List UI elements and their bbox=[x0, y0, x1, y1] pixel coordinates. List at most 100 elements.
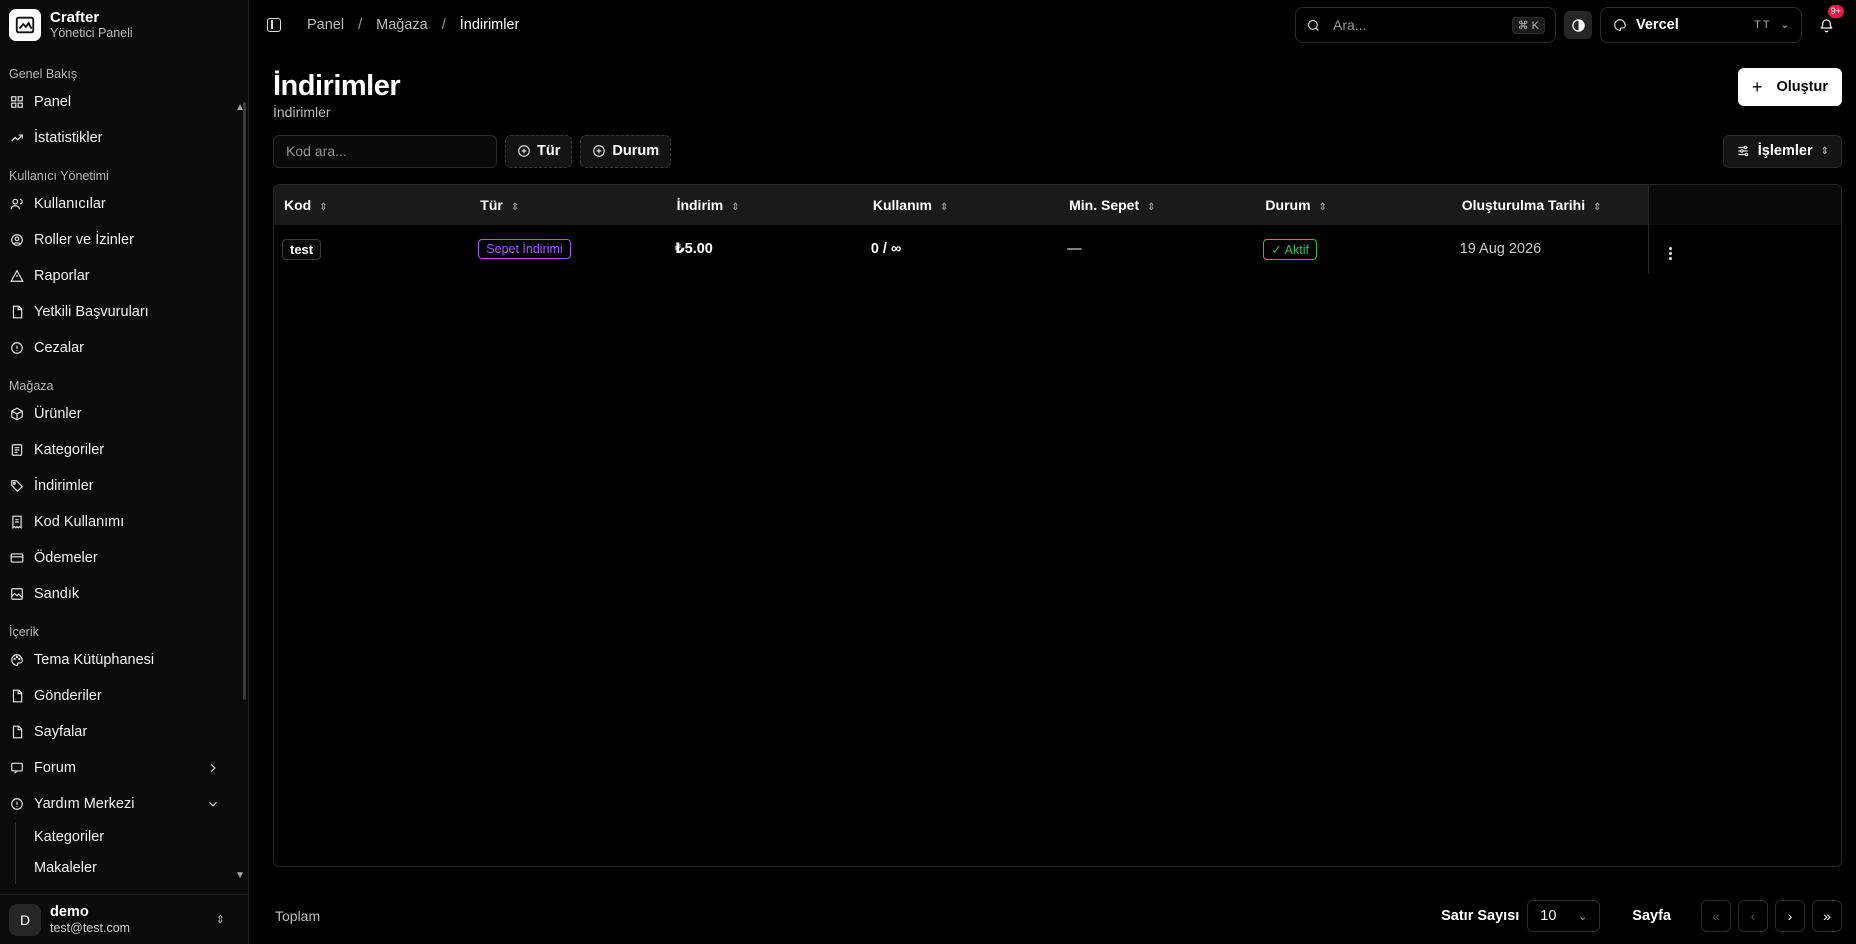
team-switcher[interactable]: Vercel TT ⌄ bbox=[1600, 7, 1802, 43]
sidebar-item-discounts[interactable]: İndirimler bbox=[0, 468, 248, 504]
theme-toggle-button[interactable] bbox=[1564, 11, 1592, 39]
palette-icon bbox=[1614, 19, 1626, 31]
sidebar-item-reports[interactable]: Raporlar bbox=[0, 258, 248, 294]
column-header-actions bbox=[1647, 185, 1841, 225]
brand-title: Crafter bbox=[50, 9, 100, 26]
sidebar-nav: ▲ Genel Bakış Panel İstatistikler Kullan… bbox=[0, 50, 248, 894]
sidebar-subitem-categories[interactable]: Kategoriler bbox=[34, 822, 248, 853]
sidebar-item-themes[interactable]: Tema Kütüphanesi bbox=[0, 642, 248, 678]
sidebar-toggle-icon[interactable] bbox=[267, 18, 281, 32]
sidebar-item-pages[interactable]: Sayfalar bbox=[0, 714, 248, 750]
usage-value: 0 / ∞ bbox=[870, 241, 902, 257]
sidebar-item-code-usage[interactable]: Kod Kullanımı bbox=[0, 504, 248, 540]
plus-icon: + bbox=[1751, 76, 1763, 97]
user-circle-icon bbox=[11, 234, 23, 246]
sidebar-item-label: Forum bbox=[34, 760, 76, 776]
column-header-type[interactable]: Tür ⇕ bbox=[470, 185, 667, 225]
info-icon bbox=[11, 798, 23, 810]
column-header-usage[interactable]: Kullanım ⇕ bbox=[862, 185, 1060, 225]
topbar: Panel / Mağaza / İndirimler Ara... ⌘ K V… bbox=[249, 0, 1856, 50]
page-title: İndirimler bbox=[273, 70, 401, 102]
sidebar-item-label: Ödemeler bbox=[34, 550, 98, 566]
search-input[interactable]: Ara... ⌘ K bbox=[1295, 7, 1556, 43]
sidebar-item-label: Roller ve İzinler bbox=[34, 232, 134, 248]
rows-per-page-label: Satır Sayısı bbox=[1441, 908, 1520, 924]
sidebar-item-payments[interactable]: Ödemeler bbox=[0, 540, 248, 576]
code-badge: test bbox=[282, 238, 322, 260]
column-header-code[interactable]: Kod ⇕ bbox=[274, 185, 471, 225]
user-menu[interactable]: D demo test@test.com ⇕ bbox=[0, 894, 248, 944]
discount-value: ₺5.00 bbox=[674, 241, 713, 257]
sidebar-scrollbar[interactable] bbox=[243, 102, 246, 700]
sort-icon: ⇕ bbox=[1147, 202, 1156, 213]
file-icon bbox=[12, 725, 23, 739]
rows-per-page-select[interactable]: 10 ⌄ bbox=[1527, 900, 1601, 932]
sidebar-item-stats[interactable]: İstatistikler bbox=[0, 120, 248, 156]
file-icon bbox=[12, 305, 23, 319]
scroll-down-icon[interactable]: ▼ bbox=[235, 870, 245, 881]
brand-logo bbox=[9, 9, 41, 41]
column-header-min-cart[interactable]: Min. Sepet ⇕ bbox=[1059, 185, 1256, 225]
sidebar-item-categories[interactable]: Kategoriler bbox=[0, 432, 248, 468]
sidebar-item-products[interactable]: Ürünler bbox=[0, 396, 248, 432]
sidebar-item-users[interactable]: Kullanıcılar bbox=[0, 186, 248, 222]
column-header-discount[interactable]: İndirim ⇕ bbox=[666, 185, 863, 225]
file-icon bbox=[12, 689, 23, 703]
sort-icon: ⇕ bbox=[731, 202, 740, 213]
tag-icon bbox=[11, 480, 24, 493]
sidebar: Crafter Yönetici Paneli ▲ Genel Bakış Pa… bbox=[0, 0, 249, 944]
group-label: Genel Bakış bbox=[9, 67, 78, 81]
sidebar-item-roles[interactable]: Roller ve İzinler bbox=[0, 222, 248, 258]
column-header-created[interactable]: Oluşturulma Tarihi ⇕ bbox=[1451, 185, 1648, 225]
more-vertical-icon[interactable] bbox=[1668, 247, 1672, 260]
next-page-button[interactable]: › bbox=[1775, 900, 1805, 932]
create-button[interactable]: + Oluştur bbox=[1737, 68, 1842, 106]
sort-icon: ⇕ bbox=[1593, 202, 1602, 213]
scroll-up-icon[interactable]: ▲ bbox=[235, 102, 245, 113]
notification-badge: 9+ bbox=[1827, 5, 1844, 18]
sidebar-item-help-center[interactable]: Yardım Merkezi bbox=[0, 786, 248, 822]
actions-button[interactable]: İşlemler ⇕ bbox=[1722, 134, 1842, 168]
notifications-button[interactable]: 9+ bbox=[1814, 5, 1844, 37]
brand[interactable]: Crafter Yönetici Paneli bbox=[0, 0, 248, 50]
chevron-down-icon bbox=[209, 801, 217, 807]
sort-icon: ⇕ bbox=[1318, 202, 1327, 213]
first-page-button[interactable]: « bbox=[1701, 900, 1731, 932]
main: Panel / Mağaza / İndirimler Ara... ⌘ K V… bbox=[249, 0, 1856, 944]
sidebar-item-posts[interactable]: Gönderiler bbox=[0, 678, 248, 714]
sidebar-item-crate[interactable]: Sandık bbox=[0, 576, 248, 612]
avatar: D bbox=[9, 903, 41, 936]
sort-icon: ⇕ bbox=[510, 202, 520, 213]
sidebar-item-label: Sandık bbox=[34, 586, 80, 602]
content: İndirimler İndirimler + Oluştur Tür Duru… bbox=[249, 50, 1856, 944]
user-email: test@test.com bbox=[50, 920, 131, 935]
sidebar-item-forum[interactable]: Forum bbox=[0, 750, 248, 786]
sidebar-item-penalties[interactable]: Cezalar bbox=[0, 330, 248, 366]
sidebar-subitem-articles[interactable]: Makaleler bbox=[34, 853, 248, 884]
min-cart-value: — bbox=[1067, 241, 1082, 257]
group-label: İçerik bbox=[9, 625, 39, 639]
column-header-status[interactable]: Durum ⇕ bbox=[1255, 185, 1452, 225]
search-shortcut: ⌘ K bbox=[1511, 16, 1545, 34]
sort-icon: ⇕ bbox=[939, 202, 949, 213]
created-date: 19 Aug 2026 bbox=[1459, 241, 1542, 257]
table-footer: Toplam Satır Sayısı 10 ⌄ Sayfa « ‹ › » bbox=[273, 898, 1842, 934]
brand-subtitle: Yönetici Paneli bbox=[50, 26, 133, 40]
dashboard-icon bbox=[11, 96, 23, 108]
last-page-button[interactable]: » bbox=[1812, 900, 1842, 932]
code-search-input[interactable] bbox=[273, 134, 497, 168]
type-filter-button[interactable]: Tür bbox=[505, 134, 573, 168]
sidebar-item-applications[interactable]: Yetkili Başvuruları bbox=[0, 294, 248, 330]
table-row[interactable]: test Sepet İndirimi ₺5.00 0 / ∞ — ✓ Akti… bbox=[274, 225, 1841, 273]
total-label: Toplam bbox=[275, 908, 321, 924]
status-badge: ✓ Aktif bbox=[1263, 238, 1317, 260]
status-filter-button[interactable]: Durum bbox=[580, 134, 672, 168]
breadcrumb-separator: / bbox=[441, 17, 446, 33]
user-name: demo bbox=[50, 903, 89, 920]
sidebar-item-label: Kategoriler bbox=[34, 442, 105, 458]
sidebar-item-label: Cezalar bbox=[34, 340, 84, 356]
breadcrumb-panel[interactable]: Panel bbox=[307, 17, 344, 33]
sidebar-item-panel[interactable]: Panel bbox=[0, 84, 248, 120]
breadcrumb-store[interactable]: Mağaza bbox=[376, 17, 428, 33]
prev-page-button[interactable]: ‹ bbox=[1738, 900, 1768, 932]
